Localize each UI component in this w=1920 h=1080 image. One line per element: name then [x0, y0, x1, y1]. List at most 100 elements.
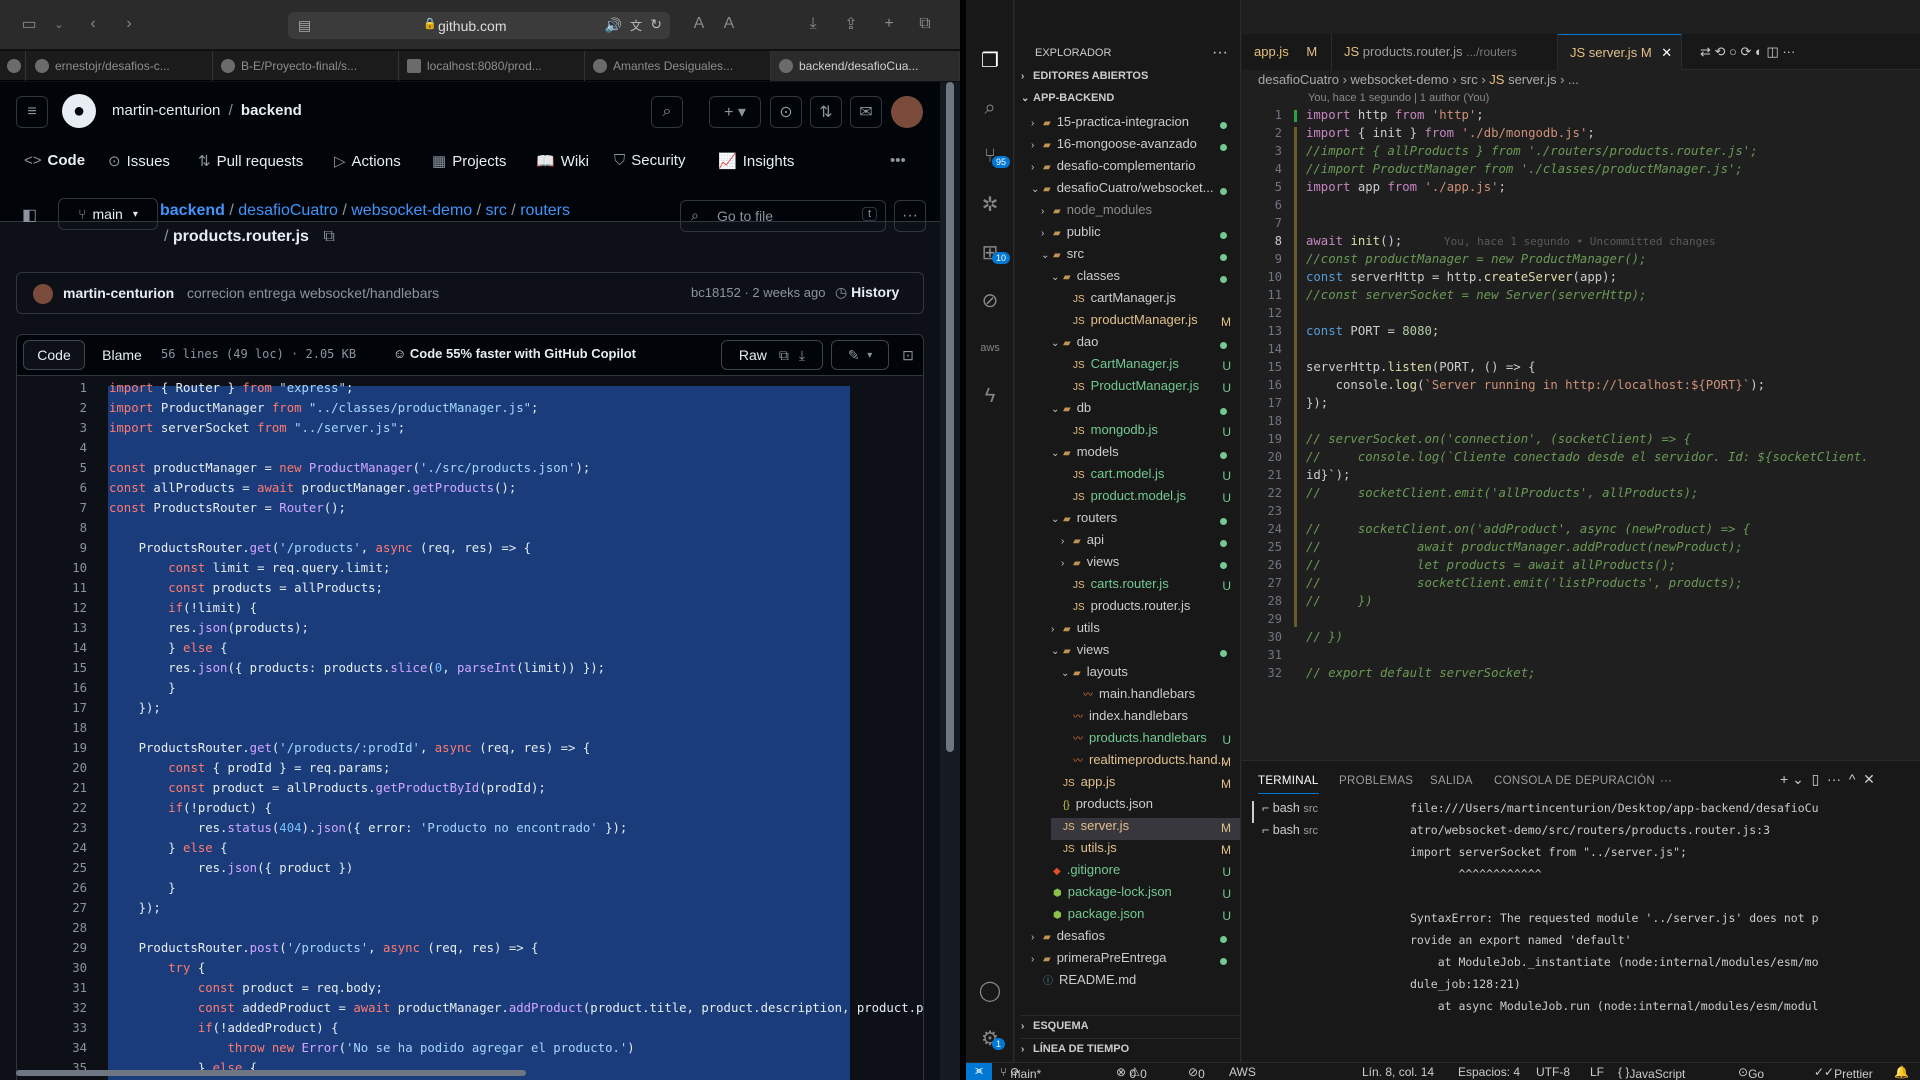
- prettier[interactable]: ✓✓ Prettier: [1814, 1065, 1873, 1080]
- sidebar-toggle-icon[interactable]: ▭: [18, 13, 40, 35]
- line-number[interactable]: 27: [1242, 576, 1282, 590]
- sidebar-expand-icon[interactable]: ◧: [22, 205, 37, 225]
- repo-link[interactable]: backend: [241, 102, 302, 119]
- tab-projects[interactable]: ▦ Projects: [432, 152, 506, 190]
- more-tabs-icon[interactable]: ···: [1660, 775, 1672, 787]
- file-item[interactable]: 〰 realtimeproducts.hand... M: [1061, 752, 1240, 774]
- notifications-icon[interactable]: 🔔: [1894, 1065, 1909, 1079]
- line-number[interactable]: 23: [1242, 504, 1282, 518]
- tab-terminal[interactable]: TERMINAL: [1258, 775, 1319, 794]
- line-number[interactable]: 6: [17, 481, 109, 495]
- line-number[interactable]: 1: [1242, 108, 1282, 122]
- tab-group-icon[interactable]: [0, 51, 26, 81]
- line-number[interactable]: 9: [1242, 252, 1282, 266]
- encoding[interactable]: UTF-8: [1536, 1065, 1570, 1079]
- browser-tab-active[interactable]: backend/desafioCua...: [771, 51, 960, 81]
- line-number[interactable]: 19: [17, 741, 109, 755]
- folder-item[interactable]: › ▰ 16-mongoose-avanzado: [1031, 136, 1240, 158]
- commit-author[interactable]: martin-centurion: [63, 285, 174, 301]
- editor-tab[interactable]: app.js M: [1242, 34, 1332, 70]
- folder-item[interactable]: ⌄ ▰ models: [1051, 444, 1240, 466]
- tab-security[interactable]: ⛉ Security: [614, 152, 685, 190]
- line-number[interactable]: 8: [17, 521, 109, 535]
- search-icon[interactable]: ⌕: [978, 96, 1002, 120]
- file-item[interactable]: 〰 products.handlebars U: [1061, 730, 1240, 752]
- tab-pull-requests[interactable]: ⇅ Pull requests: [198, 152, 303, 190]
- crumb-dir[interactable]: desafioCuatro: [238, 202, 338, 219]
- line-number[interactable]: 8: [1242, 234, 1282, 248]
- share-icon[interactable]: ⇪: [840, 13, 862, 35]
- back-icon[interactable]: ‹: [82, 13, 104, 35]
- line-number[interactable]: 12: [1242, 306, 1282, 320]
- file-item[interactable]: ⬢ package-lock.json U: [1041, 884, 1240, 906]
- line-number[interactable]: 4: [1242, 162, 1282, 176]
- folder-item[interactable]: › ▰ views: [1061, 554, 1240, 576]
- browser-tab[interactable]: ernestojr/desafios-c...: [27, 51, 213, 81]
- download-icon[interactable]: ⤓: [802, 13, 824, 35]
- branch-selector[interactable]: ⑂ main ▾: [58, 198, 158, 230]
- file-item[interactable]: JS cartManager.js: [1061, 290, 1240, 312]
- line-number[interactable]: 12: [17, 601, 109, 615]
- tab-debug-console[interactable]: CONSOLA DE DEPURACIÓN: [1494, 775, 1655, 787]
- download-icon[interactable]: ⤓: [799, 347, 805, 364]
- line-number[interactable]: 15: [17, 661, 109, 675]
- owner-link[interactable]: martin-centurion: [112, 102, 220, 119]
- hamburger-menu-icon[interactable]: ≡: [16, 96, 48, 128]
- git-graph-icon[interactable]: ⊘: [978, 288, 1002, 312]
- forward-icon[interactable]: ›: [118, 13, 140, 35]
- tab-overview-icon[interactable]: ⧉: [914, 13, 936, 35]
- commit-hash-date[interactable]: bc18152 · 2 weeks ago: [691, 285, 825, 300]
- folder-item[interactable]: › ▰ desafios: [1031, 928, 1240, 950]
- folder-item[interactable]: › ▰ primeraPreEntrega: [1031, 950, 1240, 972]
- crumb-dir[interactable]: websocket-demo: [351, 202, 472, 219]
- line-number[interactable]: 21: [17, 781, 109, 795]
- browser-tab[interactable]: B-E/Proyecto-final/s...: [213, 51, 399, 81]
- line-number[interactable]: 20: [17, 761, 109, 775]
- translate-icon[interactable]: 文: [630, 17, 642, 34]
- editor-actions[interactable]: ⇄ ⟲ ○ ⟳ ◐ ◫ ···: [1700, 44, 1795, 60]
- line-number[interactable]: 6: [1242, 198, 1282, 212]
- line-number[interactable]: 1: [17, 381, 109, 395]
- symbols-panel-icon[interactable]: ⊡: [895, 340, 921, 370]
- line-number[interactable]: 16: [17, 681, 109, 695]
- go-to-file-input[interactable]: ⌕ Go to file t: [680, 200, 886, 232]
- crumb-dir[interactable]: src: [486, 202, 507, 219]
- more-actions-icon[interactable]: ···: [1212, 44, 1228, 62]
- cursor-position[interactable]: Lín. 8, col. 14: [1362, 1065, 1434, 1079]
- line-number[interactable]: 17: [1242, 396, 1282, 410]
- line-number[interactable]: 10: [1242, 270, 1282, 284]
- edit-button[interactable]: ✎ ▾: [831, 340, 889, 370]
- file-item[interactable]: JS mongodb.js U: [1061, 422, 1240, 444]
- line-number[interactable]: 2: [17, 401, 109, 415]
- line-number[interactable]: 3: [1242, 144, 1282, 158]
- tab-actions[interactable]: ▷ Actions: [334, 152, 401, 190]
- line-number[interactable]: 5: [1242, 180, 1282, 194]
- line-number[interactable]: 11: [17, 581, 109, 595]
- line-number[interactable]: 19: [1242, 432, 1282, 446]
- line-number[interactable]: 20: [1242, 450, 1282, 464]
- more-options-icon[interactable]: ···: [894, 200, 926, 232]
- line-number[interactable]: 4: [17, 441, 109, 455]
- inbox-icon[interactable]: ✉: [850, 96, 882, 128]
- explorer-icon[interactable]: ❐: [978, 48, 1002, 72]
- line-number[interactable]: 33: [17, 1021, 109, 1035]
- debug-icon[interactable]: ✲: [978, 192, 1002, 216]
- line-number[interactable]: 18: [17, 721, 109, 735]
- avatar[interactable]: [891, 96, 923, 128]
- horizontal-scrollbar[interactable]: [16, 1070, 526, 1076]
- more-tabs-icon[interactable]: •••: [890, 152, 906, 190]
- panel-actions[interactable]: + ⌄ ▯ ··· ^ ✕: [1780, 771, 1875, 788]
- line-number[interactable]: 24: [1242, 522, 1282, 536]
- line-number[interactable]: 13: [17, 621, 109, 635]
- line-number[interactable]: 22: [17, 801, 109, 815]
- file-item[interactable]: 〰 main.handlebars: [1071, 686, 1240, 708]
- history-button[interactable]: ◷ History: [835, 284, 899, 301]
- folder-item[interactable]: ⌄ ▰ layouts: [1061, 664, 1240, 686]
- folder-item[interactable]: › ▰ utils: [1051, 620, 1240, 642]
- line-number[interactable]: 10: [17, 561, 109, 575]
- line-number[interactable]: 27: [17, 901, 109, 915]
- folder-item[interactable]: › ▰ desafio-complementario: [1031, 158, 1240, 180]
- copy-path-icon[interactable]: ⧉: [323, 228, 334, 245]
- line-number[interactable]: 31: [1242, 648, 1282, 662]
- line-number[interactable]: 28: [17, 921, 109, 935]
